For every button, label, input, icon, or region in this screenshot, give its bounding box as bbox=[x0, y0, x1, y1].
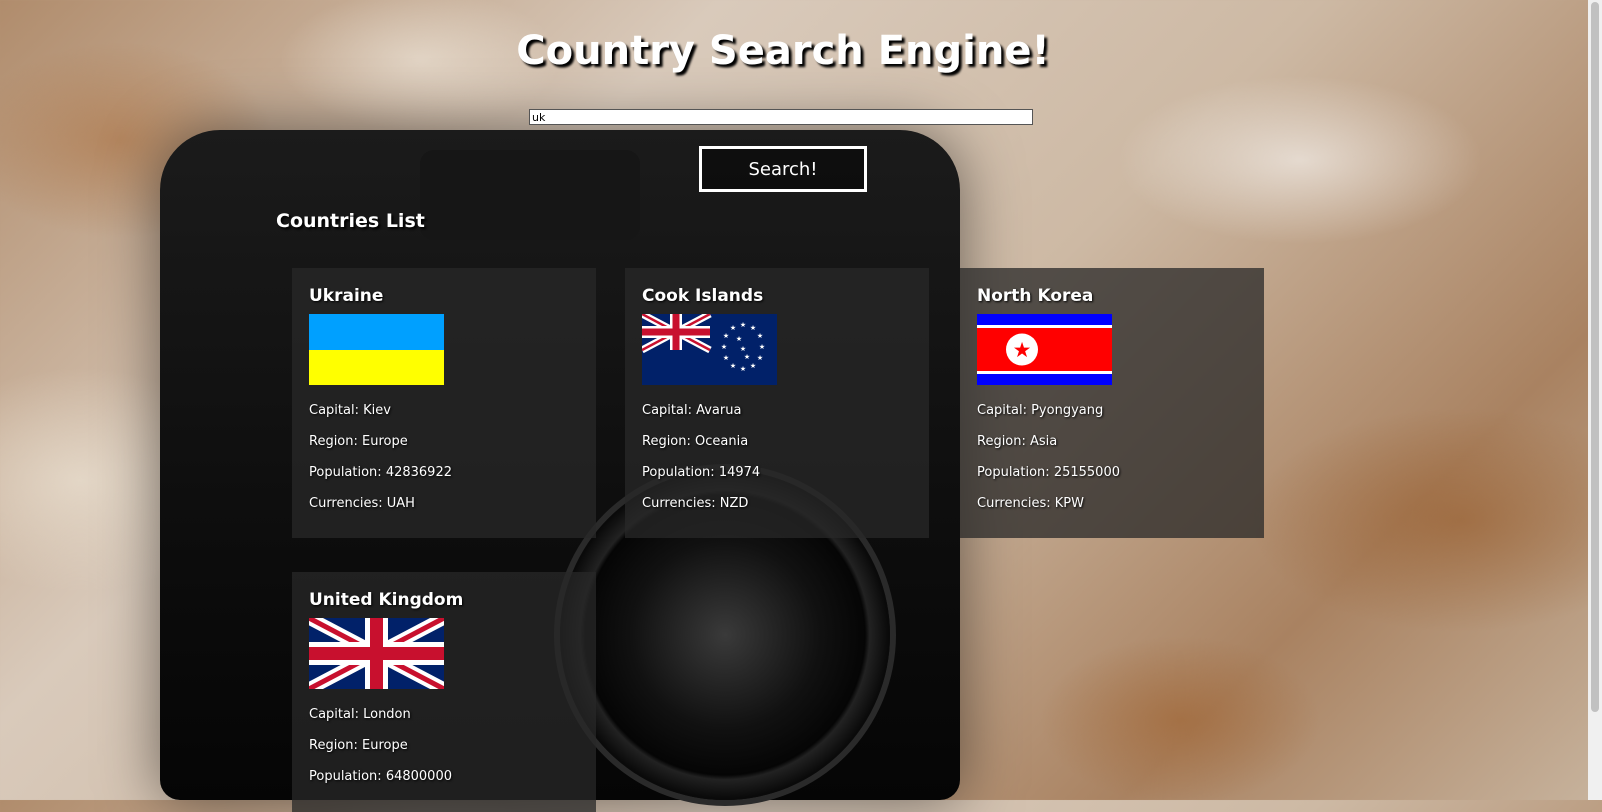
country-capital: Capital: Kiev bbox=[309, 403, 391, 418]
north-korea-flag-icon: ★ bbox=[977, 314, 1112, 385]
country-currencies: Currencies: KPW bbox=[977, 496, 1084, 511]
country-card-cook-islands: Cook Islands ★ ★ ★ ★ ★ ★ ★ ★ ★ ★ ★ ★ ★ ★… bbox=[625, 268, 929, 538]
svg-text:★: ★ bbox=[736, 335, 742, 343]
country-population: Population: 42836922 bbox=[309, 465, 452, 480]
page-content: Country Search Engine! Search! Countries… bbox=[0, 0, 1588, 812]
cook-islands-flag-icon: ★ ★ ★ ★ ★ ★ ★ ★ ★ ★ ★ ★ ★ ★ ★ bbox=[642, 314, 777, 385]
united-kingdom-flag-icon bbox=[309, 618, 444, 689]
country-capital: Capital: Pyongyang bbox=[977, 403, 1104, 418]
svg-text:★: ★ bbox=[750, 362, 756, 370]
country-card-united-kingdom: United Kingdom Capital: London Region: E… bbox=[292, 572, 596, 812]
search-button[interactable]: Search! bbox=[699, 146, 867, 192]
svg-text:★: ★ bbox=[723, 332, 729, 340]
svg-text:★: ★ bbox=[1013, 338, 1032, 362]
svg-text:★: ★ bbox=[757, 332, 763, 340]
country-card-ukraine: Ukraine Capital: Kiev Region: Europe Pop… bbox=[292, 268, 596, 538]
svg-text:★: ★ bbox=[750, 324, 756, 332]
vertical-scrollbar[interactable] bbox=[1588, 0, 1602, 800]
svg-text:★: ★ bbox=[740, 365, 746, 373]
country-population: Population: 25155000 bbox=[977, 465, 1120, 480]
country-name: United Kingdom bbox=[309, 590, 464, 610]
country-region: Region: Europe bbox=[309, 434, 408, 449]
country-capital: Capital: London bbox=[309, 707, 411, 722]
country-name: Cook Islands bbox=[642, 286, 764, 306]
country-region: Region: Oceania bbox=[642, 434, 749, 449]
country-name: North Korea bbox=[977, 286, 1094, 306]
countries-list-heading: Countries List bbox=[276, 210, 425, 232]
country-population: Population: 14974 bbox=[642, 465, 761, 480]
country-currencies: Currencies: NZD bbox=[642, 496, 749, 511]
country-region: Region: Asia bbox=[977, 434, 1058, 449]
country-region: Region: Europe bbox=[309, 738, 408, 753]
svg-text:★: ★ bbox=[740, 321, 746, 329]
ukraine-flag-icon bbox=[309, 314, 444, 385]
search-input[interactable] bbox=[529, 109, 1033, 125]
country-name: Ukraine bbox=[309, 286, 384, 306]
svg-text:★: ★ bbox=[740, 345, 746, 353]
svg-text:★: ★ bbox=[757, 354, 763, 362]
country-population: Population: 64800000 bbox=[309, 769, 452, 784]
page-title: Country Search Engine! bbox=[516, 28, 1050, 74]
svg-text:★: ★ bbox=[730, 362, 736, 370]
country-currencies: Currencies: UAH bbox=[309, 496, 415, 511]
country-capital: Capital: Avarua bbox=[642, 403, 742, 418]
svg-text:★: ★ bbox=[759, 343, 765, 351]
scrollbar-thumb[interactable] bbox=[1591, 2, 1599, 712]
svg-text:★: ★ bbox=[730, 324, 736, 332]
svg-text:★: ★ bbox=[723, 354, 729, 362]
svg-text:★: ★ bbox=[744, 353, 750, 361]
svg-text:★: ★ bbox=[721, 343, 727, 351]
country-card-north-korea: North Korea ★ Capital: Pyongyang Region:… bbox=[960, 268, 1264, 538]
